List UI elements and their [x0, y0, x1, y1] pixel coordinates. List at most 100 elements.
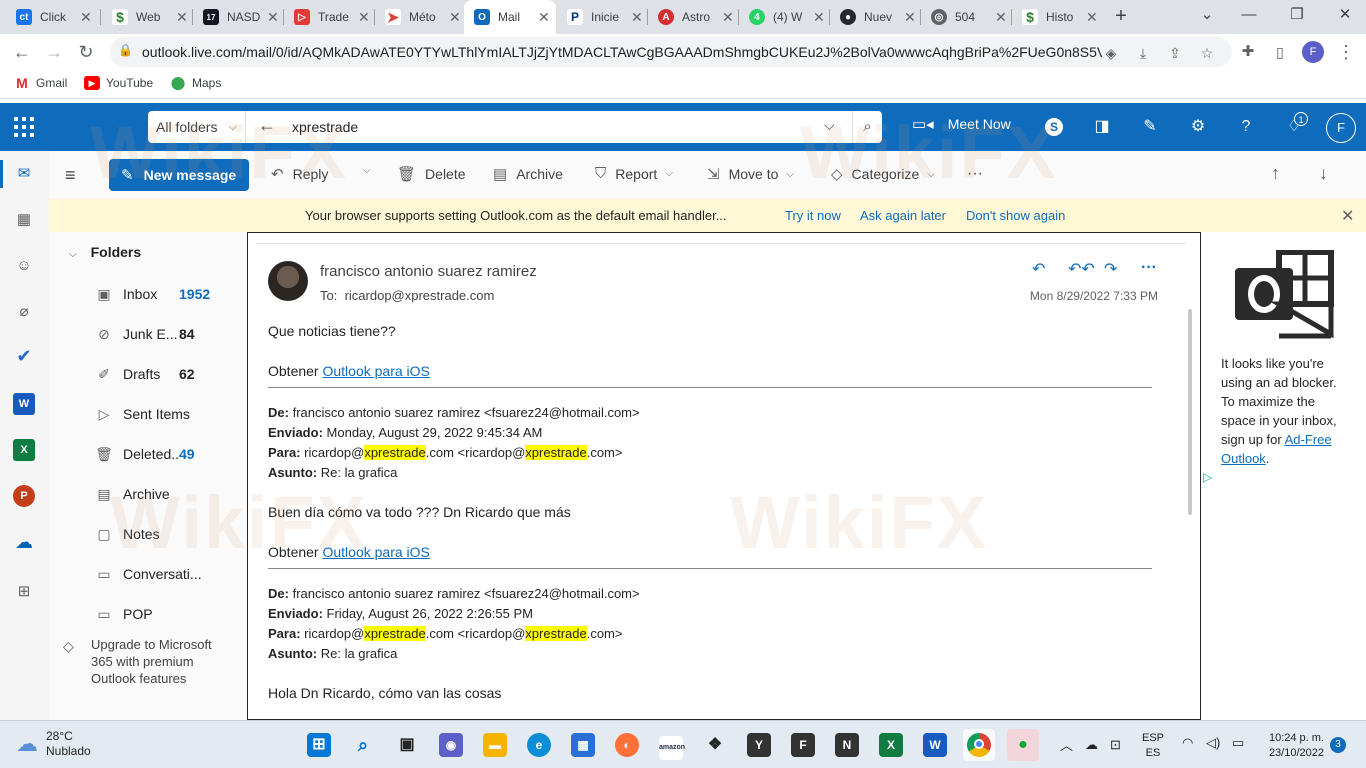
browser-tab-active[interactable]: O Mail ✕ [464, 0, 556, 34]
close-icon[interactable]: ✕ [722, 9, 734, 26]
store-icon[interactable]: ▦ [567, 729, 599, 761]
windows-start-icon[interactable]: ⊞ [303, 729, 335, 761]
adchoices-icon[interactable]: ▷ [1203, 470, 1212, 484]
install-icon[interactable]: ⤓ [1134, 44, 1152, 62]
reply-all-icon[interactable]: ↶↶ [1068, 259, 1095, 279]
search-input[interactable]: xprestrade [292, 119, 358, 135]
close-icon[interactable]: ✕ [813, 9, 825, 26]
omnibox[interactable]: 🔒 outlook.live.com/mail/0/id/AQMkADAwATE… [110, 37, 1232, 67]
close-icon[interactable]: ✕ [995, 9, 1007, 26]
calendar-icon[interactable]: ▦ [13, 209, 35, 231]
notification-count-badge[interactable]: 3 [1330, 737, 1346, 753]
browser-tab[interactable]: P Inicie ✕ [557, 0, 647, 34]
network-icon[interactable]: ⊡ [1110, 737, 1121, 753]
folder-deleted[interactable]: 🗑 Deleted... 49 [95, 443, 247, 465]
close-icon[interactable]: ✕ [538, 9, 550, 26]
side-panel-icon[interactable]: ▯ [1268, 40, 1292, 64]
new-tab-button[interactable]: + [1110, 6, 1132, 28]
tab-search-icon[interactable]: ⌄ [1192, 4, 1222, 28]
word-icon[interactable]: W [13, 393, 35, 415]
mail-icon[interactable]: ✉ [13, 163, 35, 185]
close-window-icon[interactable]: ✕ [1330, 4, 1360, 28]
reply-button[interactable]: ↶ Reply [271, 165, 328, 183]
outlook-ios-link[interactable]: Outlook para iOS [322, 363, 429, 379]
recipient-address[interactable]: ricardop@xprestrade.com [345, 288, 495, 303]
more-apps-icon[interactable]: ⊞ [13, 581, 35, 603]
help-icon[interactable]: ? [1234, 115, 1258, 139]
close-icon[interactable]: ✕ [267, 9, 279, 26]
search-icon[interactable]: ⌕ [852, 111, 882, 143]
folder-conversation-history[interactable]: ▭ Conversati... [95, 563, 247, 585]
reply-icon[interactable]: ↶ [1032, 259, 1045, 279]
sender-name[interactable]: francisco antonio suarez ramirez [320, 263, 537, 280]
close-icon[interactable]: ✕ [358, 9, 370, 26]
star-icon[interactable]: ☆ [1198, 44, 1216, 62]
folder-notes[interactable]: ▢ Notes [95, 523, 247, 545]
browser-tab[interactable]: 4 (4) W ✕ [739, 0, 829, 34]
outlook-ios-link[interactable]: Outlook para iOS [322, 544, 429, 560]
move-to-button[interactable]: ⇲ Move to ⌵ [707, 165, 794, 183]
folder-drafts[interactable]: ✐ Drafts 62 [95, 363, 247, 385]
folder-pop[interactable]: ▭ POP [95, 603, 247, 625]
folder-junk[interactable]: ⊘ Junk E... 84 [95, 323, 247, 345]
reload-icon[interactable]: ↻ [74, 40, 98, 64]
menu-icon[interactable]: ⋮ [1334, 40, 1358, 64]
bookmark-maps[interactable]: ⬤ Maps [170, 75, 222, 90]
close-icon[interactable]: ✕ [449, 9, 461, 26]
minimize-icon[interactable]: — [1234, 4, 1264, 28]
ask-again-later-link[interactable]: Ask again later [860, 208, 946, 223]
weather-widget[interactable]: ☁ 28°C Nublado [16, 729, 91, 759]
sender-avatar[interactable] [268, 261, 308, 301]
tracking-icon[interactable]: ◈ [1102, 44, 1120, 62]
categorize-button[interactable]: ◇ Categorize ⌵ [831, 165, 935, 183]
scrollbar-thumb[interactable] [1188, 309, 1192, 515]
onedrive-icon[interactable]: ☁ [13, 531, 35, 553]
chat-icon[interactable]: ◉ [435, 729, 467, 761]
try-it-now-link[interactable]: Try it now [785, 208, 841, 223]
bookmark-youtube[interactable]: ▶ YouTube [84, 76, 153, 90]
close-icon[interactable]: ✕ [904, 9, 916, 26]
app-n-icon[interactable]: N [831, 729, 863, 761]
people-icon[interactable]: ☺ [13, 255, 35, 277]
archive-button[interactable]: ▤ Archive [493, 165, 563, 183]
bookmark-gmail[interactable]: M Gmail [14, 75, 67, 91]
account-avatar[interactable]: F [1326, 113, 1356, 143]
browser-tab[interactable]: $ Histo ✕ [1012, 0, 1102, 34]
word-icon[interactable]: W [919, 729, 951, 761]
language-indicator[interactable]: ESP ES [1142, 731, 1164, 761]
folder-sent[interactable]: ▷ Sent Items [95, 403, 247, 425]
dont-show-again-link[interactable]: Don't show again [966, 208, 1065, 223]
chevron-up-icon[interactable]: ︿ [1060, 735, 1073, 754]
extensions-icon[interactable]: ✚ [1236, 40, 1260, 64]
search-scope-dropdown[interactable]: All folders ⌵ [148, 111, 246, 143]
search-options-chevron-icon[interactable]: ⌵ [824, 117, 835, 134]
app-y-icon[interactable]: Y [743, 729, 775, 761]
wifi-icon[interactable]: ◠ [1182, 735, 1193, 751]
browser-tab[interactable]: ct Click ✕ [6, 0, 98, 34]
folder-archive[interactable]: ▤ Archive [95, 483, 247, 505]
onedrive-icon[interactable]: ☁ [1085, 737, 1098, 753]
clock[interactable]: 10:24 p. m. 23/10/2022 [1256, 731, 1324, 761]
todo-icon[interactable]: ✎ [1138, 115, 1162, 139]
browser-tab[interactable]: ● Nuev ✕ [830, 0, 920, 34]
forward-icon[interactable]: → [42, 40, 66, 64]
browser-tab[interactable]: ➤ Méto ✕ [375, 0, 465, 34]
close-icon[interactable]: ✕ [1341, 206, 1354, 226]
battery-icon[interactable]: ▭ [1232, 735, 1244, 751]
browser-tab[interactable]: ▷ Trade ✕ [284, 0, 374, 34]
file-explorer-icon[interactable]: ▬ [479, 729, 511, 761]
browser-tab[interactable]: A Astro ✕ [648, 0, 738, 34]
share-icon[interactable]: ⇪ [1166, 44, 1184, 62]
settings-gear-icon[interactable]: ⚙ [1186, 115, 1210, 139]
todo-check-icon[interactable]: ✔ [13, 345, 35, 367]
folder-inbox[interactable]: ▣ Inbox 1952 [95, 283, 247, 305]
new-message-button[interactable]: ✎ New message [109, 159, 249, 191]
close-icon[interactable]: ✕ [631, 9, 643, 26]
url-text[interactable]: outlook.live.com/mail/0/id/AQMkADAwATE0Y… [142, 44, 1102, 60]
close-icon[interactable]: ✕ [176, 9, 188, 26]
browser-tab[interactable]: ◎ 504 ✕ [921, 0, 1011, 34]
attachment-icon[interactable]: ⌀ [13, 301, 35, 323]
browser-tab[interactable]: 17 NASD ✕ [193, 0, 283, 34]
profile-avatar[interactable]: F [1302, 41, 1324, 63]
hamburger-menu-icon[interactable]: ≡ [65, 165, 76, 186]
